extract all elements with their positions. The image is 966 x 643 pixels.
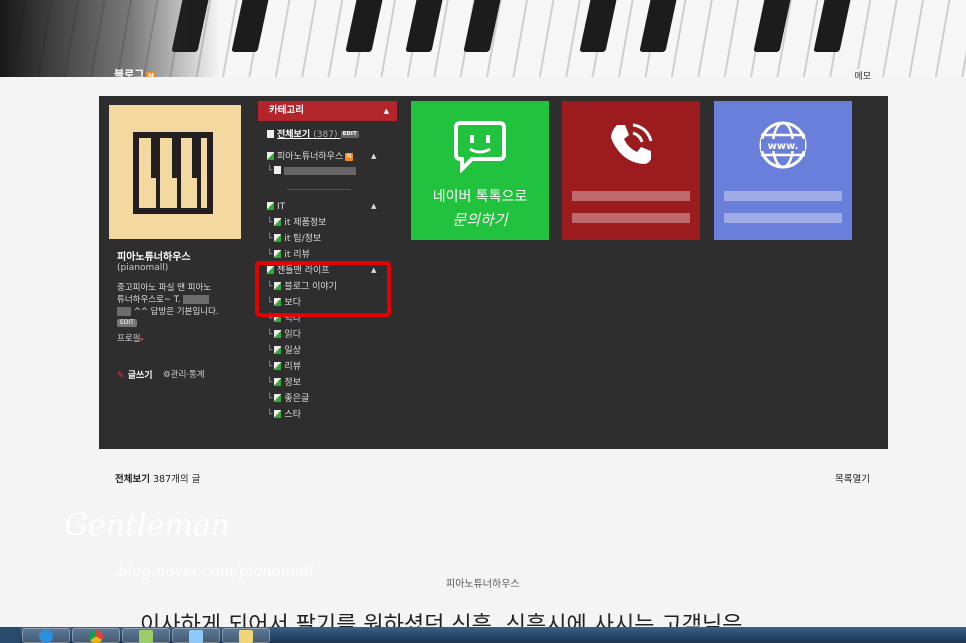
divider — [287, 189, 351, 190]
os-taskbar — [0, 627, 966, 643]
redacted-text — [572, 213, 690, 223]
redacted-text — [183, 295, 210, 304]
category-icon — [274, 361, 282, 370]
admin-stats-link[interactable]: ⚙관리·통계 — [163, 368, 205, 380]
phone-icon — [611, 123, 653, 164]
profile-name: 피아노튜너하우스 — [117, 252, 191, 263]
document-icon — [274, 165, 282, 174]
category-icon — [267, 201, 274, 210]
category-item-read[interactable]: └ 읽다 — [267, 328, 301, 342]
category-item-info[interactable]: └ 정보 — [267, 376, 301, 390]
chevron-up-icon[interactable]: ▲ — [371, 202, 376, 210]
watermark-url: blog.naver.com/pianomall — [118, 562, 314, 580]
document-icon — [267, 129, 274, 138]
taskbar-ie-button[interactable] — [22, 628, 70, 643]
category-icon — [274, 233, 282, 242]
talk-line1: 네이버 톡톡으로 — [432, 189, 528, 205]
taskbar-chrome-button[interactable] — [72, 628, 120, 643]
profile-id: (pianomall) — [117, 263, 169, 273]
post-title: 이사하게 되어서 팔기를 원하셨던 신흥, 신흥시에 사시는 고객님은 — [140, 613, 743, 629]
chat-bubble-icon — [454, 121, 506, 173]
open-list-button[interactable]: 목록열기 — [835, 471, 870, 485]
naver-talk-tile[interactable]: 네이버 톡톡으로 문의하기 — [411, 101, 549, 240]
folder-icon — [239, 630, 253, 643]
write-post-button[interactable]: ✎ 글쓰기 — [117, 368, 153, 381]
chevron-up-icon[interactable]: ▲ — [371, 152, 376, 160]
category-item-sub-redacted[interactable]: └ — [267, 164, 357, 178]
piano-logo-icon — [133, 132, 213, 214]
website-tile[interactable]: www. — [714, 101, 852, 240]
category-item-star[interactable]: └ 스타 — [267, 408, 301, 422]
edit-profile-button[interactable]: EDIT — [117, 319, 137, 327]
redacted-text — [117, 307, 131, 316]
category-item-daily[interactable]: └ 일상 — [267, 344, 301, 358]
redacted-text — [724, 213, 842, 223]
phone-tile[interactable] — [562, 101, 700, 240]
pencil-icon: ✎ — [117, 371, 125, 381]
ie-icon — [39, 630, 53, 643]
category-item-it-review[interactable]: └ it 리뷰 — [267, 248, 310, 262]
category-item-it-product[interactable]: └ it 제품정보 — [267, 216, 326, 230]
new-badge: N — [345, 152, 354, 161]
app-icon — [189, 630, 203, 643]
redacted-text — [724, 191, 842, 201]
redacted-text — [572, 191, 690, 201]
category-item-it[interactable]: IT — [267, 200, 285, 214]
category-item-pianotuner[interactable]: 피아노튜너하우스 N — [267, 150, 354, 164]
category-icon — [274, 329, 282, 338]
watermark-title: Gentleman — [64, 508, 231, 543]
profile-image[interactable] — [109, 105, 241, 239]
post-blog-name: 피아노튜너하우스 — [446, 579, 520, 590]
category-icon — [274, 249, 282, 258]
svg-text:www.: www. — [768, 141, 799, 152]
category-item-good-writing[interactable]: └ 좋은글 — [267, 392, 309, 406]
chrome-icon — [89, 630, 103, 643]
taskbar-app-button[interactable] — [172, 628, 220, 643]
category-icon — [274, 377, 282, 386]
blog-info-panel: 피아노튜너하우스 (pianomall) 중고피아노 파실 땐 피아노 튜너하우… — [99, 96, 888, 449]
category-icon — [274, 217, 282, 226]
header-strip — [0, 77, 966, 95]
globe-www-icon: www. — [759, 121, 807, 169]
all-posts-count: 전체보기 387개의 글 — [115, 474, 201, 485]
blog-header-banner: 블로그 N — [0, 0, 966, 77]
taskbar-app-button[interactable] — [122, 628, 170, 643]
arrow-right-icon: ▸ — [140, 335, 144, 343]
category-header[interactable]: 카테고리 ▲ — [258, 101, 397, 121]
profile-link[interactable]: 프로필▸ — [117, 332, 144, 344]
category-item-review[interactable]: └ 리뷰 — [267, 360, 301, 374]
taskbar-folder-button[interactable] — [222, 628, 270, 643]
category-icon — [274, 409, 282, 418]
talk-line2: 문의하기 — [452, 211, 508, 229]
profile-description: 중고피아노 파실 땐 피아노 튜너하우스로~ T. ^^ 답방은 기본입니다. — [117, 283, 219, 317]
redacted-text — [284, 166, 357, 175]
app-icon — [139, 630, 153, 643]
start-button[interactable] — [0, 627, 20, 643]
memo-link[interactable]: 메모 — [851, 69, 874, 82]
blog-menu-link[interactable]: 블로그 N — [114, 66, 156, 77]
category-item-it-tips[interactable]: └ it 팁/정보 — [267, 232, 321, 246]
highlight-box — [255, 261, 391, 317]
gear-icon: ⚙ — [163, 370, 171, 380]
edit-badge: EDIT — [340, 131, 359, 138]
category-icon — [274, 393, 282, 402]
category-icon — [274, 345, 282, 354]
category-icon — [267, 151, 274, 160]
category-item-all[interactable]: 전체보기 (387) EDIT — [267, 128, 359, 142]
chevron-up-icon: ▲ — [383, 107, 389, 115]
banner-shadow — [0, 0, 220, 77]
